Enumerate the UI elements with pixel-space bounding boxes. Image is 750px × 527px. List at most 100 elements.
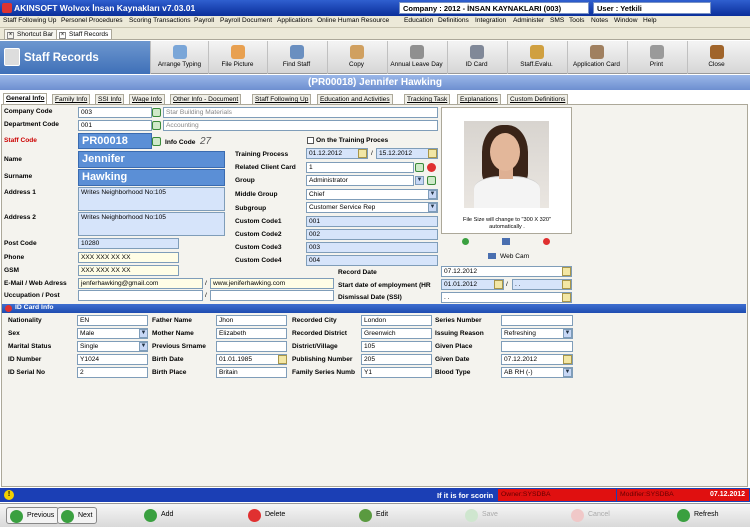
name-field[interactable]: Jennifer xyxy=(78,151,225,168)
chevron-down-icon[interactable]: ▼ xyxy=(428,190,437,199)
menu-window[interactable]: Window xyxy=(614,17,637,24)
dismissal-date-field[interactable]: . . xyxy=(441,292,572,303)
menu-integration[interactable]: Integration xyxy=(475,17,506,24)
clear-icon[interactable] xyxy=(427,163,436,172)
id-serial-field[interactable]: 2 xyxy=(77,367,148,378)
find-staff-button[interactable]: Find Staff xyxy=(267,41,325,74)
chevron-down-icon[interactable]: ▼ xyxy=(428,203,437,212)
add-button[interactable]: Add xyxy=(141,507,177,524)
tab-shortcut-bar[interactable]: × Shortcut Bar xyxy=(4,29,58,40)
edit-button[interactable]: Edit xyxy=(356,507,392,524)
post-code-field[interactable]: 10280 xyxy=(78,238,179,249)
chevron-down-icon[interactable]: ▼ xyxy=(415,176,424,185)
recorded-district-field[interactable]: Greenwich xyxy=(361,328,432,339)
tab-staff-records[interactable]: × Staff Records xyxy=(56,29,113,40)
birth-place-field[interactable]: Britain xyxy=(216,367,287,378)
custom-code3-field[interactable]: 003 xyxy=(306,242,438,253)
delete-photo-icon[interactable] xyxy=(543,238,550,245)
search-icon[interactable] xyxy=(152,108,161,117)
address2-field[interactable]: Writes Neighborhood No:105 xyxy=(78,212,225,236)
calendar-icon[interactable] xyxy=(278,355,287,364)
gsm-field[interactable]: XXX XXX XX XX xyxy=(78,265,179,276)
menu-sms[interactable]: SMS xyxy=(550,17,564,24)
menu-education[interactable]: Education xyxy=(404,17,433,24)
save-button[interactable]: Save xyxy=(462,507,502,524)
company-code-field[interactable]: 003 xyxy=(78,107,152,118)
previous-button[interactable]: Previous xyxy=(6,507,60,524)
webcam-button[interactable]: Web Cam xyxy=(500,253,529,260)
sex-field[interactable]: Male xyxy=(77,328,148,339)
search-icon[interactable] xyxy=(152,121,161,130)
camera-icon[interactable] xyxy=(502,238,510,245)
custom-code2-field[interactable]: 002 xyxy=(306,229,438,240)
menu-tools[interactable]: Tools xyxy=(569,17,584,24)
staff-photo[interactable] xyxy=(464,121,549,208)
calendar-icon[interactable] xyxy=(563,355,572,364)
previous-surname-field[interactable] xyxy=(216,341,287,352)
email-field[interactable]: jenferhawking@gmail.com xyxy=(78,278,203,289)
chevron-down-icon[interactable]: ▼ xyxy=(563,368,572,377)
cancel-button[interactable]: Cancel xyxy=(568,507,614,524)
training-checkbox[interactable] xyxy=(307,137,314,144)
nationality-field[interactable]: EN xyxy=(77,315,148,326)
close-button[interactable]: Close xyxy=(687,41,745,74)
custom-code4-field[interactable]: 004 xyxy=(306,255,438,266)
occupation-field[interactable] xyxy=(78,290,203,301)
middle-group-field[interactable]: Chief xyxy=(306,189,438,200)
file-picture-button[interactable]: File Picture xyxy=(208,41,266,74)
father-name-field[interactable]: Jhon xyxy=(216,315,287,326)
phone-field[interactable]: XXX XXX XX XX xyxy=(78,252,179,263)
id-number-field[interactable]: Y1024 xyxy=(77,354,148,365)
annual-leave-button[interactable]: Annual Leave Day xyxy=(387,41,445,74)
calendar-icon[interactable] xyxy=(562,293,571,302)
delete-button[interactable]: Delete xyxy=(245,507,289,524)
calendar-icon[interactable] xyxy=(428,149,437,158)
mother-name-field[interactable]: Elizabeth xyxy=(216,328,287,339)
close-icon[interactable]: × xyxy=(59,32,66,39)
copy-button[interactable]: Copy xyxy=(327,41,385,74)
close-icon[interactable]: × xyxy=(7,32,14,39)
menu-definitions[interactable]: Definitions xyxy=(438,17,469,24)
recorded-city-field[interactable]: London xyxy=(361,315,432,326)
menu-payroll-document[interactable]: Payroll Document xyxy=(220,17,272,24)
given-place-field[interactable] xyxy=(501,341,573,352)
subgroup-field[interactable]: Customer Service Rep xyxy=(306,202,438,213)
menu-administer[interactable]: Administer xyxy=(513,17,544,24)
district-village-field[interactable]: 105 xyxy=(361,341,432,352)
calendar-icon[interactable] xyxy=(562,280,571,289)
chevron-down-icon[interactable]: ▼ xyxy=(139,329,148,338)
group-field[interactable]: Administrator xyxy=(306,175,414,186)
next-button[interactable]: Next xyxy=(57,507,98,524)
address1-field[interactable]: Writes Neighborhood No:105 xyxy=(78,187,225,211)
record-date-field[interactable]: 07.12.2012 xyxy=(441,266,572,277)
menu-notes[interactable]: Notes xyxy=(591,17,608,24)
id-card-button[interactable]: ID Card xyxy=(447,41,505,74)
search-icon[interactable] xyxy=(415,163,424,172)
menu-online-hr[interactable]: Online Human Resource xyxy=(317,17,389,24)
menu-applications[interactable]: Applications xyxy=(277,17,313,24)
chevron-down-icon[interactable]: ▼ xyxy=(563,329,572,338)
chevron-down-icon[interactable]: ▼ xyxy=(139,342,148,351)
arrange-typing-button[interactable]: Arrange Typing xyxy=(150,41,208,74)
marital-status-field[interactable]: Single xyxy=(77,341,148,352)
webcam-icon[interactable] xyxy=(488,253,496,259)
add-photo-icon[interactable] xyxy=(462,238,469,245)
department-code-field[interactable]: 001 xyxy=(78,120,152,131)
calendar-icon[interactable] xyxy=(358,149,367,158)
search-icon[interactable] xyxy=(152,137,161,146)
menu-staff-following[interactable]: Staff Following Up xyxy=(3,17,56,24)
refresh-button[interactable]: Refresh xyxy=(674,507,723,524)
surname-field[interactable]: Hawking xyxy=(78,169,225,186)
application-card-button[interactable]: Application Card xyxy=(567,41,625,74)
web-field[interactable]: www.jeniferhawking.com xyxy=(210,278,334,289)
family-series-field[interactable]: Y1 xyxy=(361,367,432,378)
calendar-icon[interactable] xyxy=(562,267,571,276)
calendar-icon[interactable] xyxy=(494,280,503,289)
related-client-field[interactable]: 1 xyxy=(306,162,414,173)
series-number-field[interactable] xyxy=(501,315,573,326)
custom-code1-field[interactable]: 001 xyxy=(306,216,438,227)
staff-evaluation-button[interactable]: Staff.Evalu. xyxy=(507,41,565,74)
publishing-number-field[interactable]: 205 xyxy=(361,354,432,365)
menu-personel-procedures[interactable]: Personel Procedures xyxy=(61,17,123,24)
post-field[interactable] xyxy=(210,290,334,301)
